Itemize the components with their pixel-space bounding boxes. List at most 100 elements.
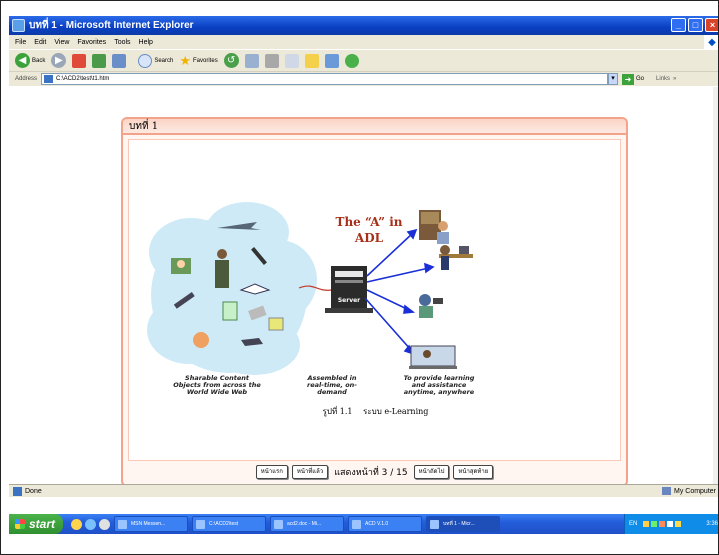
language-indicator[interactable]: EN bbox=[629, 521, 637, 527]
quick-launch-icon[interactable] bbox=[85, 518, 96, 530]
links-chevron-icon[interactable]: » bbox=[673, 76, 676, 82]
folder-icon bbox=[304, 53, 319, 68]
figure-title-line-2: ADL bbox=[354, 231, 384, 245]
search-button[interactable]: Search bbox=[138, 53, 174, 68]
tray-icon[interactable] bbox=[643, 521, 650, 527]
server-label: Server bbox=[338, 297, 360, 304]
tray-icon[interactable] bbox=[667, 521, 674, 527]
history-icon: ↺ bbox=[223, 53, 239, 68]
close-button[interactable]: × bbox=[705, 18, 718, 32]
tray-icon[interactable] bbox=[651, 521, 658, 527]
address-url: C:\ACD2\test\t1.htm bbox=[56, 76, 110, 82]
minimize-button[interactable]: _ bbox=[671, 18, 686, 32]
first-page-button[interactable]: หน้าแรก bbox=[255, 465, 288, 479]
address-dropdown-button[interactable]: ▾ bbox=[608, 73, 619, 85]
edit-button[interactable] bbox=[284, 53, 299, 68]
forward-button[interactable]: ▶ bbox=[51, 53, 67, 68]
computer-icon bbox=[661, 487, 671, 495]
internet-explorer-icon bbox=[12, 19, 25, 32]
quick-launch-icon[interactable] bbox=[71, 518, 82, 530]
search-label: Search bbox=[154, 57, 174, 64]
stop-button[interactable] bbox=[72, 53, 87, 68]
maximize-button[interactable]: □ bbox=[688, 18, 703, 32]
folder-button[interactable] bbox=[304, 53, 319, 68]
back-button[interactable]: ◀ Back bbox=[15, 53, 45, 68]
status-text: Done bbox=[25, 487, 42, 495]
security-zone: My Computer bbox=[661, 487, 716, 495]
menu-help[interactable]: Help bbox=[139, 39, 153, 46]
go-button[interactable]: ➜ Go bbox=[622, 73, 644, 85]
window-controls: _ □ × bbox=[671, 18, 718, 32]
print-icon bbox=[264, 53, 279, 68]
clock[interactable]: 3:36 bbox=[706, 521, 718, 527]
taskbar-item-ie[interactable]: บทที่ 1 - Micr... bbox=[426, 516, 500, 532]
caption-left-3: World Wide Web bbox=[187, 388, 248, 396]
menu-tools[interactable]: Tools bbox=[114, 39, 130, 46]
forward-arrow-icon: ▶ bbox=[51, 53, 67, 68]
home-icon bbox=[112, 53, 127, 68]
system-tray: EN 3:36 bbox=[624, 514, 718, 534]
page-icon bbox=[44, 75, 54, 83]
menu-view[interactable]: View bbox=[54, 39, 69, 46]
start-button[interactable]: start bbox=[9, 514, 63, 534]
chapter-content: The “A” in ADL Server Sharable Content O… bbox=[128, 139, 621, 461]
links-button[interactable]: Links bbox=[656, 76, 670, 82]
menu-favorites[interactable]: Favorites bbox=[77, 39, 106, 46]
address-input[interactable]: C:\ACD2\test\t1.htm bbox=[41, 73, 609, 85]
previous-page-button[interactable]: หน้าที่แล้ว bbox=[291, 465, 329, 479]
vertical-scrollbar[interactable] bbox=[713, 87, 718, 484]
taskbar-item-acd[interactable]: ACD V.1.0 bbox=[348, 516, 422, 532]
taskbar-item-msn[interactable]: MSN Messen... bbox=[114, 516, 188, 532]
chapter-heading: บทที่ 1 bbox=[123, 119, 626, 135]
server-icon bbox=[325, 266, 373, 313]
status-bar: Done My Computer bbox=[9, 484, 718, 497]
taskbar-item-word[interactable]: acd2.doc - Mi... bbox=[270, 516, 344, 532]
quick-launch bbox=[71, 518, 110, 530]
menu-file[interactable]: File bbox=[15, 39, 26, 46]
history-button[interactable]: ↺ bbox=[223, 53, 239, 68]
search-icon bbox=[138, 53, 153, 68]
messenger-button[interactable] bbox=[344, 53, 359, 68]
start-label: start bbox=[29, 517, 56, 531]
tray-icons bbox=[643, 521, 682, 527]
next-page-button[interactable]: หน้าถัดไป bbox=[413, 465, 450, 479]
home-button[interactable] bbox=[112, 53, 127, 68]
last-page-button[interactable]: หน้าสุดท้าย bbox=[453, 465, 494, 479]
mail-button[interactable] bbox=[244, 53, 259, 68]
page-navigation: หน้าแรก หน้าที่แล้ว แสดงหน้าที่ 3 / 15 ห… bbox=[123, 461, 626, 483]
figure-title-line-1: The “A” in bbox=[336, 215, 403, 229]
menu-edit[interactable]: Edit bbox=[34, 39, 46, 46]
address-bar: Address C:\ACD2\test\t1.htm ▾ ➜ Go Links… bbox=[9, 71, 718, 86]
chapter-panel: บทที่ 1 The “A” in ADL Server Sharable C… bbox=[121, 117, 628, 487]
quick-launch-icon[interactable] bbox=[99, 518, 110, 530]
caption-right-3: anytime, anywhere bbox=[404, 388, 475, 396]
taskbar-item-folder[interactable]: C:\ACD2\test bbox=[192, 516, 266, 532]
screen: บทที่ 1 - Microsoft Internet Explorer _ … bbox=[0, 0, 719, 555]
taskbar: start MSN Messen... C:\ACD2\test acd2.do… bbox=[9, 514, 718, 534]
figure-caption: รูปที่ 1.1 ระบบ e-Learning bbox=[129, 405, 622, 418]
print-button[interactable] bbox=[264, 53, 279, 68]
menu-bar: File Edit View Favorites Tools Help ◆ bbox=[9, 35, 718, 49]
caption-middle-3: demand bbox=[317, 388, 347, 396]
research-button[interactable] bbox=[324, 53, 339, 68]
messenger-icon bbox=[344, 53, 359, 68]
diagram-captions: Sharable Content Objects from across the… bbox=[173, 374, 475, 396]
page-indicator: แสดงหน้าที่ 3 / 15 bbox=[334, 468, 408, 478]
delivery-arrows bbox=[364, 228, 435, 356]
favorites-button[interactable]: ★ Favorites bbox=[179, 53, 217, 69]
research-icon bbox=[324, 53, 339, 68]
page-viewport: บทที่ 1 The “A” in ADL Server Sharable C… bbox=[9, 87, 713, 487]
stop-icon bbox=[72, 53, 87, 68]
windows-flag-icon bbox=[15, 519, 25, 529]
mail-icon bbox=[244, 53, 259, 68]
tray-icon[interactable] bbox=[659, 521, 666, 527]
refresh-button[interactable] bbox=[92, 53, 107, 68]
tray-icon[interactable] bbox=[675, 521, 682, 527]
window-title-bar[interactable]: บทที่ 1 - Microsoft Internet Explorer _ … bbox=[9, 16, 718, 35]
edit-icon bbox=[284, 53, 299, 68]
standard-toolbar: ◀ Back ▶ Search ★ Favorites ↺ bbox=[9, 49, 718, 71]
back-arrow-icon: ◀ bbox=[15, 53, 30, 68]
page-done-icon bbox=[13, 486, 22, 496]
learner-icons bbox=[409, 210, 473, 369]
figure-caption-text: ระบบ e-Learning bbox=[363, 407, 429, 416]
